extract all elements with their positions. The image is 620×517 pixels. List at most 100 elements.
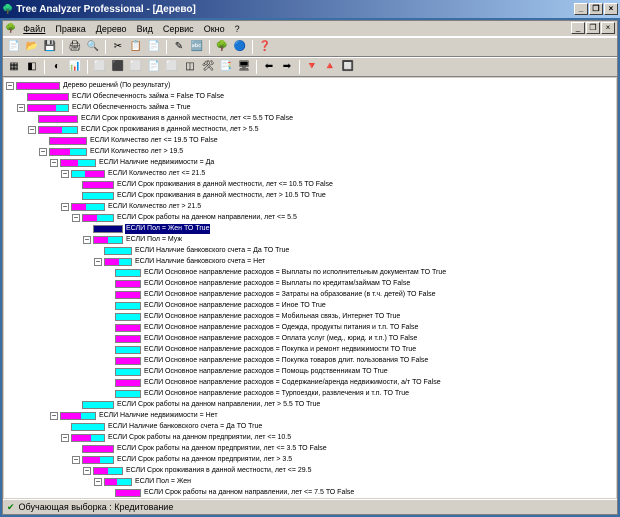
tree-row[interactable]: − ЕСЛИ Количество лет > 19.5: [6, 147, 614, 157]
tree-node-label[interactable]: Дерево решений (По результату): [62, 81, 171, 91]
collapse-icon[interactable]: −: [28, 126, 36, 134]
tb1-btn-7[interactable]: ✂: [110, 39, 126, 55]
tree-row[interactable]: −ЕСЛИ Наличие банковского счета = Нет: [6, 257, 614, 267]
collapse-icon[interactable]: −: [17, 104, 25, 112]
tb2-btn-11[interactable]: ◫: [182, 59, 198, 75]
tree-node-label[interactable]: ЕСЛИ Наличие недвижимости = Нет: [98, 411, 219, 421]
tree-row[interactable]: ЕСЛИ Срок проживания в данной местности,…: [6, 180, 614, 190]
tree-row[interactable]: − ЕСЛИ Наличие недвижимости = Нет: [6, 411, 614, 421]
tb1-btn-14[interactable]: 🌳: [214, 39, 230, 55]
tree-row[interactable]: − ЕСЛИ Количество лет > 21.5: [6, 202, 614, 212]
menu-window[interactable]: Окно: [199, 23, 230, 35]
tree-node-label[interactable]: ЕСЛИ Пол = Жен: [134, 477, 192, 487]
tb1-btn-17[interactable]: ❓: [257, 39, 273, 55]
tree-row[interactable]: ЕСЛИ Наличие банковского счета = Да ТО T…: [6, 422, 614, 432]
menu-tree[interactable]: Дерево: [91, 23, 132, 35]
tree-row[interactable]: ЕСЛИ Основное направление расходов = Моб…: [6, 312, 614, 322]
tree-node-label[interactable]: ЕСЛИ Количество лет <= 21.5: [107, 169, 206, 179]
tree-node-label[interactable]: ЕСЛИ Срок проживания в данной местности,…: [80, 114, 294, 124]
tree-node-label[interactable]: ЕСЛИ Наличие недвижимости = Да: [98, 158, 215, 168]
tree-node-label[interactable]: ЕСЛИ Срок работы на данном направлении, …: [116, 213, 298, 223]
collapse-icon[interactable]: −: [94, 478, 102, 486]
tree-row[interactable]: ЕСЛИ Основное направление расходов = Пок…: [6, 356, 614, 366]
tree-node-label[interactable]: ЕСЛИ Срок работы на данном направлении, …: [116, 400, 321, 410]
tree-row[interactable]: ЕСЛИ Срок проживания в данной местности,…: [6, 114, 614, 124]
tb2-btn-21[interactable]: 🔲: [340, 59, 356, 75]
tree-node-label[interactable]: ЕСЛИ Количество лет > 21.5: [107, 202, 202, 212]
close-button[interactable]: ×: [604, 3, 618, 15]
tree-row[interactable]: − ЕСЛИ Срок работы на данном предприятии,…: [6, 455, 614, 465]
collapse-icon[interactable]: −: [50, 159, 58, 167]
tb1-btn-12[interactable]: 🔤: [189, 39, 205, 55]
tree-node-label[interactable]: ЕСЛИ Количество лет <= 19.5 ТО False: [89, 136, 219, 146]
tree-row[interactable]: ЕСЛИ Основное направление расходов = Зат…: [6, 290, 614, 300]
tb2-btn-20[interactable]: 🔺: [322, 59, 338, 75]
tree-row[interactable]: ЕСЛИ Основное направление расходов = Опл…: [6, 334, 614, 344]
tree-node-label[interactable]: ЕСЛИ Количество лет > 19.5: [89, 147, 184, 157]
tree-node-label[interactable]: ЕСЛИ Обеспеченность займа = False ТО Fal…: [71, 92, 225, 102]
tree-node-label[interactable]: ЕСЛИ Срок работы на данном предприятии, …: [116, 455, 293, 465]
collapse-icon[interactable]: −: [61, 203, 69, 211]
tb2-btn-19[interactable]: 🔻: [304, 59, 320, 75]
tree-row[interactable]: ЕСЛИ Основное направление расходов = Ино…: [6, 301, 614, 311]
tree-row[interactable]: ЕСЛИ Количество лет <= 19.5 ТО False: [6, 136, 614, 146]
tree-node-label[interactable]: ЕСЛИ Срок работы на данном предприятии, …: [116, 444, 328, 454]
tree-node-label[interactable]: ЕСЛИ Основное направление расходов = Пок…: [143, 345, 417, 355]
tb2-btn-4[interactable]: 📊: [67, 59, 83, 75]
collapse-icon[interactable]: −: [39, 148, 47, 156]
tree-node-label[interactable]: ЕСЛИ Срок проживания в данной местности,…: [116, 180, 334, 190]
mdi-restore-button[interactable]: ❐: [586, 22, 600, 34]
tree-node-label[interactable]: ЕСЛИ Срок работы на данном направлении, …: [143, 488, 355, 498]
tree-row[interactable]: − ЕСЛИ Наличие недвижимости = Да: [6, 158, 614, 168]
tree-row[interactable]: ЕСЛИ Пол = Жен ТО True: [6, 224, 614, 234]
menu-view[interactable]: Вид: [132, 23, 158, 35]
tb2-btn-1[interactable]: ◧: [24, 59, 40, 75]
tb1-btn-9[interactable]: 📄: [146, 39, 162, 55]
collapse-icon[interactable]: −: [83, 467, 91, 475]
menu-service[interactable]: Сервис: [158, 23, 199, 35]
tree-row[interactable]: ЕСЛИ Основное направление расходов = Вып…: [6, 279, 614, 289]
tb2-btn-0[interactable]: ▦: [6, 59, 22, 75]
collapse-icon[interactable]: −: [6, 82, 14, 90]
tree-row[interactable]: ЕСЛИ Основное направление расходов = Тур…: [6, 389, 614, 399]
tree-row[interactable]: ЕСЛИ Наличие банковского счета = Да ТО T…: [6, 246, 614, 256]
tb1-btn-8[interactable]: 📋: [128, 39, 144, 55]
tree-row[interactable]: −ЕСЛИ Количество лет <= 21.5: [6, 169, 614, 179]
tree-row[interactable]: −ЕСЛИ Срок работы на данном предприятии,…: [6, 433, 614, 443]
tree-node-label[interactable]: ЕСЛИ Основное направление расходов = Ино…: [143, 301, 327, 311]
tree-node-label[interactable]: ЕСЛИ Основное направление расходов = Тур…: [143, 389, 410, 399]
tb1-btn-15[interactable]: 🔵: [232, 39, 248, 55]
tree-row[interactable]: ЕСЛИ Срок проживания в данной местности,…: [6, 191, 614, 201]
collapse-icon[interactable]: −: [72, 456, 80, 464]
mdi-close-button[interactable]: ×: [601, 22, 615, 34]
tree-node-label[interactable]: ЕСЛИ Основное направление расходов = Опл…: [143, 334, 418, 344]
tb2-btn-14[interactable]: 🖥: [236, 59, 252, 75]
tb2-btn-10[interactable]: ⬜: [164, 59, 180, 75]
tree-row[interactable]: − ЕСЛИ Пол = Жен: [6, 477, 614, 487]
tb2-btn-12[interactable]: 🛠: [200, 59, 216, 75]
collapse-icon[interactable]: −: [72, 214, 80, 222]
tree-node-label[interactable]: ЕСЛИ Обеспеченность займа = True: [71, 103, 192, 113]
menu-help[interactable]: ?: [230, 23, 245, 35]
tree-row[interactable]: ЕСЛИ Основное направление расходов = Оде…: [6, 323, 614, 333]
tree-pane[interactable]: −Дерево решений (По результату)ЕСЛИ Обес…: [4, 78, 616, 498]
tb2-btn-6[interactable]: ⬜: [92, 59, 108, 75]
collapse-icon[interactable]: −: [61, 434, 69, 442]
mdi-minimize-button[interactable]: _: [571, 22, 585, 34]
tree-row[interactable]: ЕСЛИ Основное направление расходов = Пом…: [6, 367, 614, 377]
tree-node-label[interactable]: ЕСЛИ Пол = Муж: [125, 235, 183, 245]
tree-node-label[interactable]: ЕСЛИ Основное направление расходов = Оде…: [143, 323, 419, 333]
tree-row[interactable]: ЕСЛИ Срок работы на данном направлении, …: [6, 400, 614, 410]
tree-row[interactable]: ЕСЛИ Срок работы на данном предприятии, …: [6, 444, 614, 454]
tb1-btn-4[interactable]: 🖨: [67, 39, 83, 55]
tree-node-label[interactable]: ЕСЛИ Основное направление расходов = Сод…: [143, 378, 442, 388]
collapse-icon[interactable]: −: [50, 412, 58, 420]
tree-row[interactable]: ЕСЛИ Основное направление расходов = Пок…: [6, 345, 614, 355]
tb2-btn-7[interactable]: ⬛: [110, 59, 126, 75]
tree-node-label[interactable]: ЕСЛИ Основное направление расходов = Пом…: [143, 367, 389, 377]
tree-row[interactable]: − ЕСЛИ Срок работы на данном направлении,…: [6, 213, 614, 223]
tree-node-label[interactable]: ЕСЛИ Основное направление расходов = Пок…: [143, 356, 429, 366]
tree-node-label[interactable]: ЕСЛИ Основное направление расходов = Зат…: [143, 290, 436, 300]
tree-row[interactable]: ЕСЛИ Основное направление расходов = Сод…: [6, 378, 614, 388]
tb2-btn-16[interactable]: ⬅: [261, 59, 277, 75]
